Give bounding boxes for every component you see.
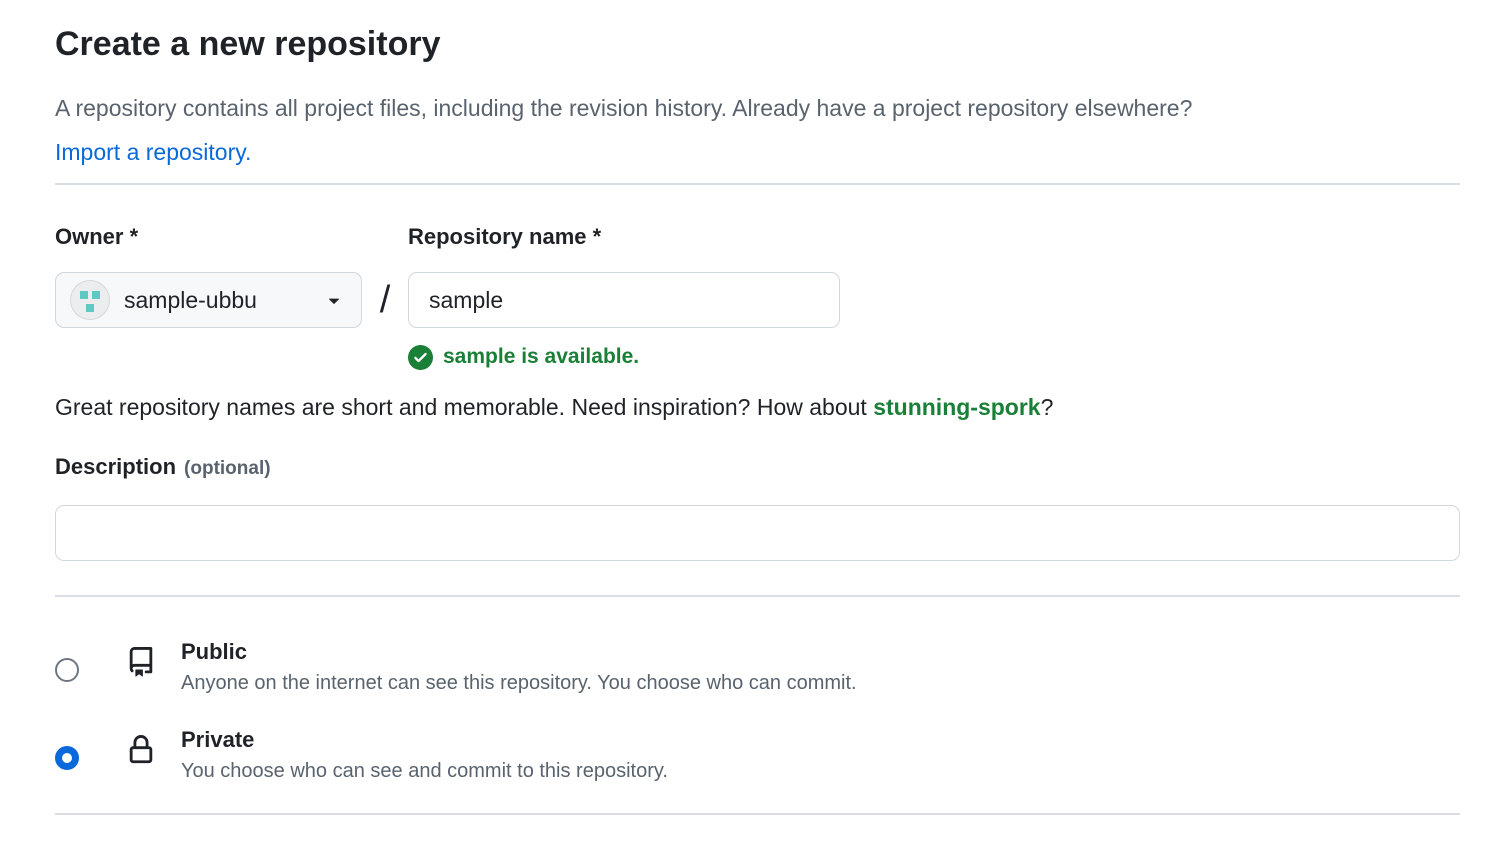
public-option-note: Anyone on the internet can see this repo… xyxy=(181,669,857,697)
owner-select-button[interactable]: sample-ubbu xyxy=(55,272,362,328)
suggested-repo-name: stunning-spork xyxy=(873,394,1040,420)
subtitle-text: A repository contains all project files,… xyxy=(55,95,1192,121)
repo-book-icon xyxy=(126,647,156,677)
private-radio[interactable] xyxy=(55,746,79,770)
chevron-down-icon xyxy=(323,289,345,311)
owner-avatar xyxy=(70,280,110,320)
owner-selected-login: sample-ubbu xyxy=(124,287,257,314)
description-optional-hint: (optional) xyxy=(184,458,271,479)
name-suggestion: Great repository names are short and mem… xyxy=(55,393,1460,421)
page-subtitle: A repository contains all project files,… xyxy=(55,86,1460,174)
public-option-text: Public Anyone on the internet can see th… xyxy=(181,637,857,697)
public-radio[interactable] xyxy=(55,658,79,682)
owner-repo-separator: / xyxy=(362,272,408,328)
owner-label: Owner * xyxy=(55,223,362,251)
avatar-pixel xyxy=(80,291,88,299)
description-label: Description xyxy=(55,454,176,479)
availability-message: sample is available. xyxy=(408,344,840,370)
owner-field: Owner * sample-ubbu xyxy=(55,223,362,328)
private-option-text: Private You choose who can see and commi… xyxy=(181,725,668,785)
description-field: Description (optional) xyxy=(55,453,1460,561)
visibility-option-public: Public Anyone on the internet can see th… xyxy=(55,637,1460,697)
description-input[interactable] xyxy=(55,505,1460,561)
avatar-pixel xyxy=(92,291,100,299)
private-option-title: Private xyxy=(181,725,668,755)
suggestion-suffix: ? xyxy=(1041,394,1054,420)
repository-name-field: Repository name * sample is available. xyxy=(408,223,840,370)
suggestion-prefix: Great repository names are short and mem… xyxy=(55,394,873,420)
repository-name-input[interactable] xyxy=(408,272,840,328)
check-circle-icon xyxy=(408,345,433,370)
page-title: Create a new repository xyxy=(55,24,1460,64)
visibility-option-private: Private You choose who can see and commi… xyxy=(55,725,1460,785)
divider-top xyxy=(55,183,1460,185)
repository-name-label: Repository name * xyxy=(408,223,840,251)
visibility-options: Public Anyone on the internet can see th… xyxy=(55,637,1460,785)
description-label-row: Description (optional) xyxy=(55,453,1460,483)
avatar-pixel xyxy=(86,304,94,312)
lock-icon xyxy=(126,735,156,765)
create-repository-page: Create a new repository A repository con… xyxy=(0,24,1496,815)
import-repository-link[interactable]: Import a repository. xyxy=(55,130,251,174)
divider-middle xyxy=(55,595,1460,597)
private-option-note: You choose who can see and commit to thi… xyxy=(181,757,668,785)
divider-bottom xyxy=(55,813,1460,815)
public-option-title: Public xyxy=(181,637,857,667)
availability-text: sample is available. xyxy=(443,344,639,370)
owner-repo-row: Owner * sample-ubbu / Repository name * xyxy=(55,223,1460,370)
